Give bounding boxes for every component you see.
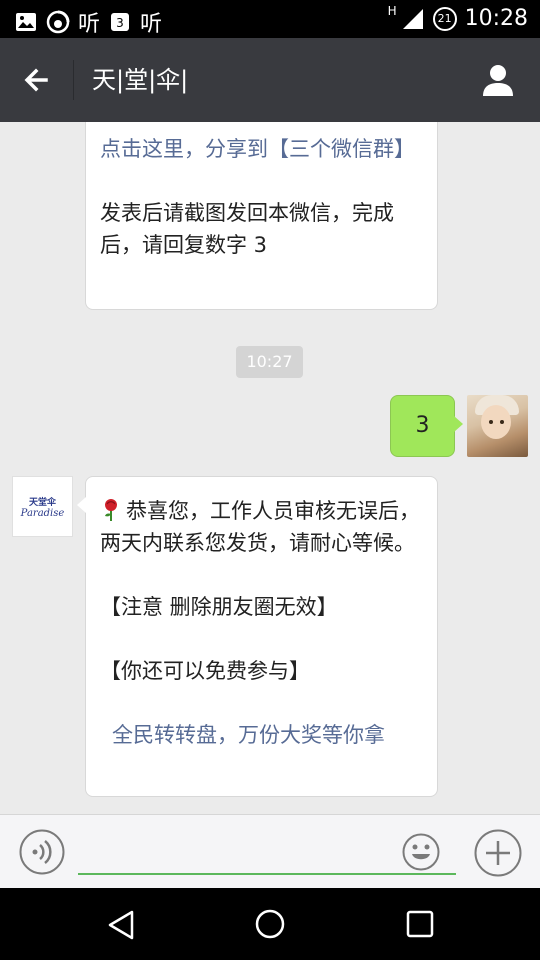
- notice-text: 【注意 删除朋友圈无效】: [100, 595, 338, 619]
- nav-back-icon[interactable]: [104, 908, 138, 942]
- input-bar: [0, 814, 540, 888]
- emoji-icon[interactable]: [402, 833, 440, 871]
- brand-avatar[interactable]: 天堂伞 Paradise: [12, 476, 73, 537]
- weibo-icon: [46, 10, 70, 34]
- status-right: H 21 10:28: [387, 3, 528, 32]
- android-nav-bar: [0, 888, 540, 960]
- avatar-eye: [500, 420, 504, 424]
- lottery-link[interactable]: 全民转转盘，万份大奖等你拿: [100, 719, 423, 751]
- brand-logo-cn: 天堂伞: [28, 497, 56, 508]
- message-line: 恭喜您，工作人员审核无误后，两天内联系您发货，请耐心等候。: [100, 495, 423, 559]
- svg-text:3: 3: [116, 16, 124, 30]
- image-icon: [16, 13, 36, 31]
- status-bar: 听 3 听 H 21 10:28: [0, 0, 540, 38]
- avatar-eye: [489, 420, 493, 424]
- signal-icon: [402, 8, 423, 29]
- nav-home-icon[interactable]: [254, 908, 286, 940]
- message-bubble: 点击这里，分享到【三个微信群】 发表后请截图发回本微信，完成后，请回复数字 3: [85, 122, 438, 310]
- message-bubble-main: 恭喜您，工作人员审核无误后，两天内联系您发货，请耐心等候。 【注意 删除朋友圈无…: [77, 476, 438, 797]
- rose-icon: [105, 499, 117, 521]
- chat-title: 天|堂|伞|: [92, 66, 189, 94]
- title-bar: 天|堂|伞|: [0, 38, 540, 122]
- share-link[interactable]: 点击这里，分享到【三个微信群】: [100, 133, 423, 165]
- status-left: 听 3 听: [14, 6, 162, 38]
- chat-area[interactable]: 点击这里，分享到【三个微信群】 发表后请截图发回本微信，完成后，请回复数字 3 …: [0, 122, 540, 814]
- battery-icon: 21: [432, 6, 457, 31]
- message-input[interactable]: [78, 827, 456, 875]
- calendar-icon: 3: [111, 13, 130, 31]
- brand-logo-en: Paradise: [20, 507, 65, 519]
- my-message-bubble: 3: [390, 395, 463, 457]
- clock: 10:28: [464, 6, 528, 31]
- my-avatar[interactable]: [467, 395, 528, 457]
- back-arrow-icon[interactable]: [16, 60, 56, 100]
- music-app-icon: 听: [78, 12, 101, 37]
- plus-icon[interactable]: [474, 829, 522, 877]
- avatar-face: [481, 405, 511, 439]
- music-app-icon-2: 听: [140, 12, 163, 37]
- timestamp: 10:27: [236, 346, 303, 378]
- free-participate-text: 【你还可以免费参与】: [100, 659, 310, 683]
- message-text: 发表后请截图发回本微信，完成后，请回复数字 3: [100, 201, 394, 257]
- voice-icon[interactable]: [19, 829, 65, 875]
- title-divider: [73, 60, 74, 100]
- person-icon[interactable]: [478, 60, 518, 100]
- nav-recent-icon[interactable]: [405, 909, 435, 939]
- congrats-text: 恭喜您，工作人员审核无误后，两天内联系您发货，请耐心等候。: [100, 499, 420, 555]
- network-type-badge: H: [387, 3, 397, 18]
